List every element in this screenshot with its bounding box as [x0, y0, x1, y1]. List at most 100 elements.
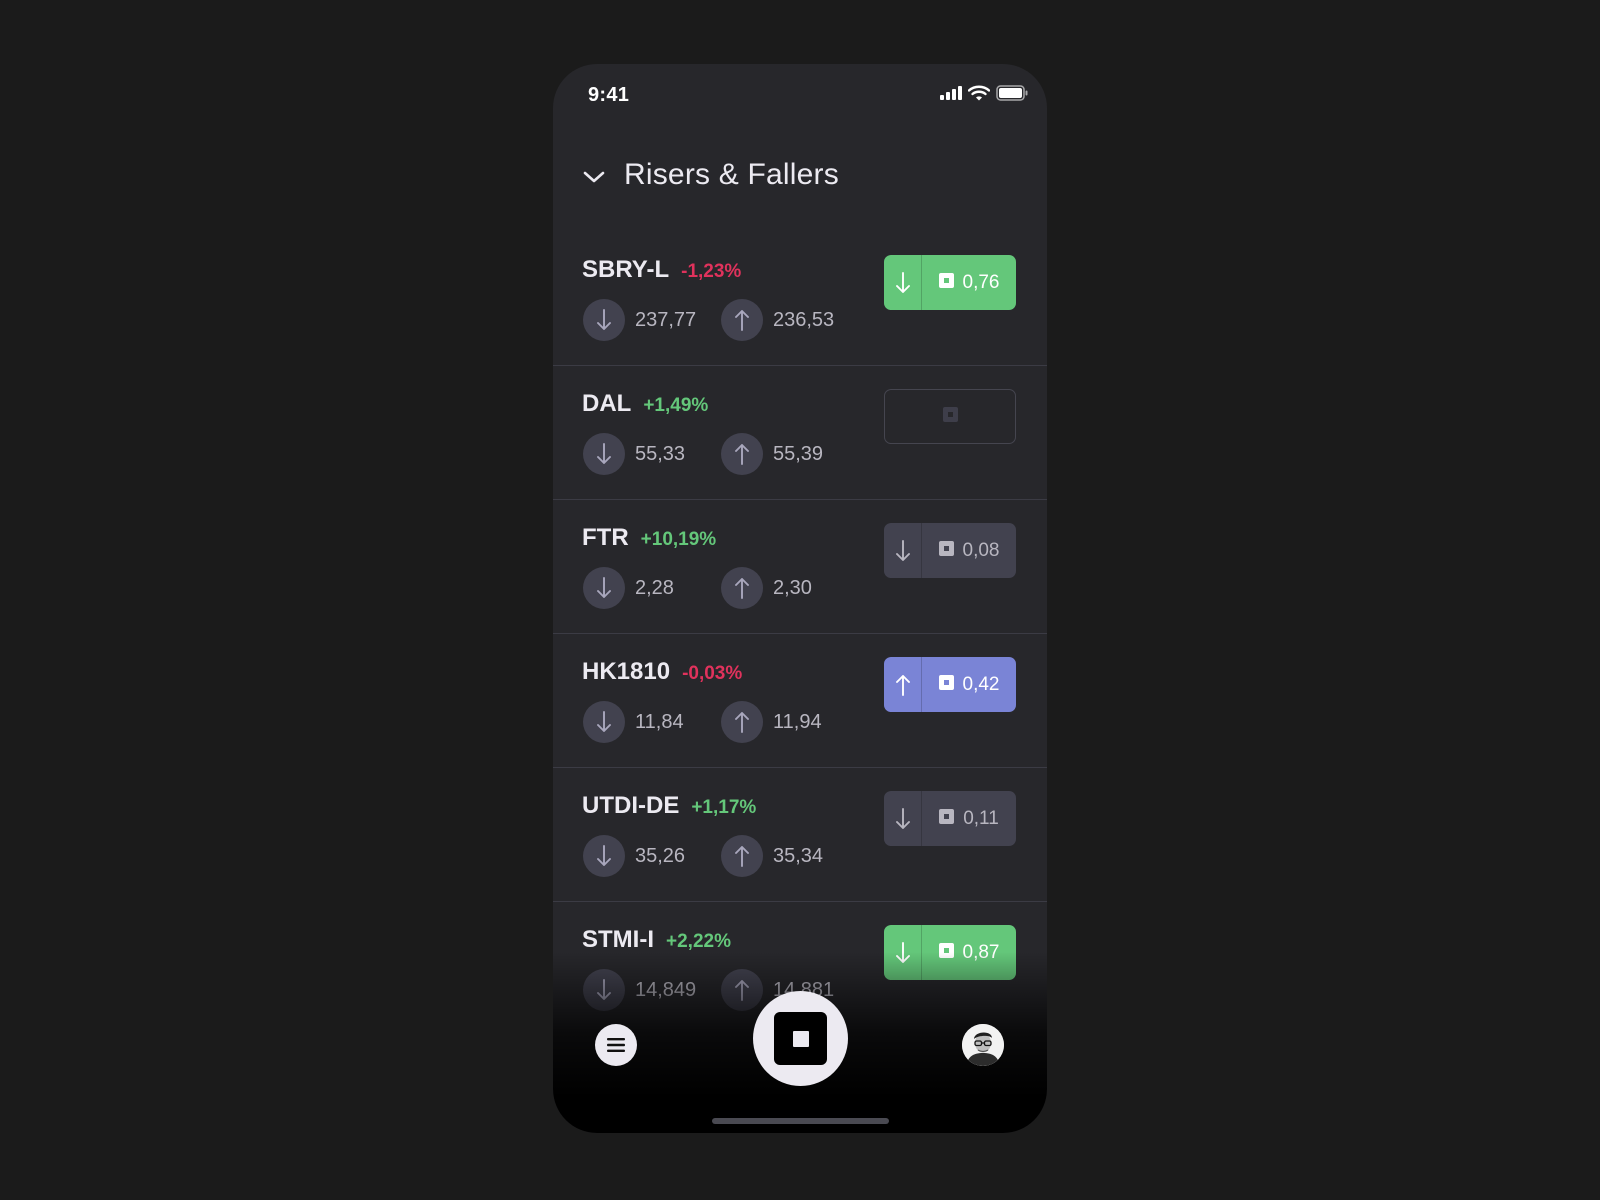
position-button[interactable]: 0,76: [884, 255, 1016, 310]
square-icon: [938, 272, 963, 294]
buy-price[interactable]: 11,94: [721, 701, 822, 743]
sell-price-value: 14,849: [635, 978, 697, 1001]
position-button[interactable]: 0,42: [884, 657, 1016, 712]
buy-price[interactable]: 2,30: [721, 567, 812, 609]
buy-price-value: 11,94: [773, 710, 822, 733]
chevron-down-icon[interactable]: [583, 170, 605, 184]
arrow-up-icon: [721, 969, 763, 1011]
position-value: 0,11: [922, 791, 1016, 846]
sell-price[interactable]: 55,33: [583, 433, 685, 475]
sell-price[interactable]: 2,28: [583, 567, 674, 609]
sell-price[interactable]: 14,849: [583, 969, 696, 1011]
arrow-up-icon: [721, 835, 763, 877]
arrow-down-icon: [583, 835, 625, 877]
arrow-down-icon: [583, 299, 625, 341]
instrument-symbol: HK1810: [582, 658, 671, 685]
instrument-list: SBRY-L -1,23% 237,77 236,53 0,76 DAL +1,49% 55,…: [553, 232, 1047, 1035]
instrument-row[interactable]: HK1810 -0,03% 11,84 11,94 0,42: [553, 634, 1047, 768]
menu-button[interactable]: [595, 1024, 637, 1066]
square-icon: [942, 406, 958, 427]
position-value: 0,76: [922, 255, 1016, 310]
position-button[interactable]: 0,11: [884, 791, 1016, 846]
position-value: 0,08: [922, 523, 1016, 578]
buy-price[interactable]: 236,53: [721, 299, 834, 341]
position-amount: 0,08: [962, 539, 1000, 561]
arrow-down-icon: [583, 969, 625, 1011]
instrument-symbol: UTDI-DE: [582, 792, 680, 819]
phone-frame: 9:41 Risers & Fallers SBRY-L -1,23% 237,77…: [553, 64, 1047, 1133]
position-button[interactable]: 0,87: [884, 925, 1016, 980]
instrument-symbol-line: UTDI-DE +1,17%: [582, 792, 756, 820]
menu-icon: [607, 1038, 625, 1052]
avatar-portrait-icon: [962, 1024, 1004, 1066]
sell-price-value: 2,28: [635, 576, 674, 599]
instrument-symbol: DAL: [582, 390, 632, 417]
square-icon: [938, 942, 963, 964]
buy-price[interactable]: 55,39: [721, 433, 823, 475]
page-title: Risers & Fallers: [624, 158, 839, 191]
arrow-up-icon: [721, 701, 763, 743]
square-icon: [939, 808, 963, 830]
wifi-icon: [968, 85, 990, 101]
arrow-down-icon: [583, 567, 625, 609]
arrow-up-icon: [884, 657, 922, 712]
arrow-up-icon: [721, 299, 763, 341]
sell-price[interactable]: 35,26: [583, 835, 685, 877]
position-amount: 0,11: [963, 807, 999, 829]
screen-header: Risers & Fallers: [553, 144, 1047, 214]
instrument-symbol: STMI-I: [582, 926, 654, 953]
buy-price-value: 236,53: [773, 308, 835, 331]
change-percent: +1,49%: [643, 395, 709, 416]
home-indicator: [712, 1118, 889, 1124]
instrument-row[interactable]: FTR +10,19% 2,28 2,30 0,08: [553, 500, 1047, 634]
instrument-row[interactable]: DAL +1,49% 55,33 55,39: [553, 366, 1047, 500]
buy-price-value: 35,34: [773, 844, 824, 867]
change-percent: -0,03%: [682, 663, 743, 684]
position-value: 0,87: [922, 925, 1016, 980]
position-amount: 0,76: [962, 271, 1000, 293]
instrument-symbol-line: FTR +10,19%: [582, 524, 716, 552]
sell-price-value: 35,26: [635, 844, 686, 867]
buy-price-value: 55,39: [773, 442, 824, 465]
arrow-up-icon: [721, 567, 763, 609]
arrow-up-icon: [721, 433, 763, 475]
square-icon: [938, 540, 963, 562]
instrument-symbol-line: HK1810 -0,03%: [582, 658, 742, 686]
stop-square-icon: [774, 1012, 827, 1065]
buy-price[interactable]: 35,34: [721, 835, 823, 877]
change-percent: +2,22%: [666, 931, 731, 952]
cellular-signal-icon: [940, 86, 962, 100]
buy-price-value: 2,30: [773, 576, 812, 599]
change-percent: -1,23%: [681, 261, 742, 282]
arrow-down-icon: [583, 701, 625, 743]
open-position-button[interactable]: [884, 389, 1016, 444]
status-bar: 9:41: [553, 64, 1047, 124]
arrow-down-icon: [884, 255, 922, 310]
arrow-down-icon: [884, 791, 922, 846]
square-icon: [938, 674, 963, 696]
sell-price-value: 55,33: [635, 442, 686, 465]
battery-icon: [996, 85, 1028, 101]
profile-avatar[interactable]: [962, 1024, 1004, 1066]
position-value: 0,42: [922, 657, 1016, 712]
position-amount: 0,87: [962, 941, 1000, 963]
change-percent: +1,17%: [691, 797, 757, 818]
sell-price-value: 237,77: [635, 308, 697, 331]
instrument-row[interactable]: UTDI-DE +1,17% 35,26 35,34 0,11: [553, 768, 1047, 902]
instrument-symbol-line: SBRY-L -1,23%: [582, 256, 741, 284]
change-percent: +10,19%: [640, 529, 717, 550]
sell-price[interactable]: 11,84: [583, 701, 684, 743]
instrument-symbol: FTR: [582, 524, 629, 551]
arrow-down-icon: [884, 523, 922, 578]
instrument-symbol: SBRY-L: [582, 256, 670, 283]
instrument-symbol-line: STMI-I +2,22%: [582, 926, 731, 954]
instrument-row[interactable]: SBRY-L -1,23% 237,77 236,53 0,76: [553, 232, 1047, 366]
instrument-symbol-line: DAL +1,49%: [582, 390, 708, 418]
sell-price[interactable]: 237,77: [583, 299, 696, 341]
status-time: 9:41: [588, 84, 630, 106]
center-action-button[interactable]: [753, 991, 848, 1086]
arrow-down-icon: [583, 433, 625, 475]
sell-price-value: 11,84: [635, 710, 684, 733]
position-amount: 0,42: [962, 673, 1000, 695]
position-button[interactable]: 0,08: [884, 523, 1016, 578]
